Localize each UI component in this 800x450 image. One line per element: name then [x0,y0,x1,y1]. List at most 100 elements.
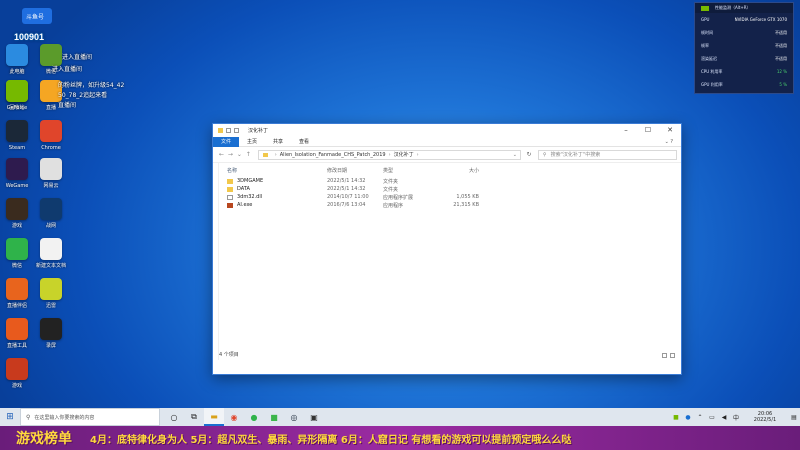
tab-file[interactable]: 文件 [213,136,240,147]
file-row[interactable]: 3dm32.dll 2014/10/7 11:00 应用程序扩展 1,055 KB [227,193,681,201]
app-icon [6,44,28,66]
desktop-icon[interactable]: 迅雷 [38,278,64,309]
gpu-row-name: GPU NVIDIA GeForce GTX 1070 [695,13,793,26]
ribbon-expand-icon[interactable]: ⌄ ? [665,139,681,145]
maximize-button[interactable]: ☐ [637,124,659,137]
banner-ticker: 4月：底特律化身为人 5月：超凡双生、暴雨、异形隔离 6月：人窟日记 有想看的游… [90,434,572,446]
wechat-icon[interactable]: ● [244,408,264,426]
tab-home[interactable]: 主页 [239,137,265,147]
taskbar-search-box[interactable]: ⚲ 在这里输入你要搜索的内容 [20,408,160,426]
app-icon [40,120,62,142]
search-box[interactable]: ⚲ 搜索"汉化补丁"中搜索 [537,149,677,160]
column-name[interactable]: 名称 [227,167,327,174]
nvidia-tray-icon[interactable]: ■ [670,414,682,421]
navigation-pane[interactable] [213,163,219,360]
taskbar-search-placeholder: 在这里输入你要搜索的内容 [34,414,95,421]
minimize-button[interactable]: – [615,124,637,137]
forward-arrow-icon[interactable]: → [226,151,235,158]
column-type[interactable]: 类型 [383,167,439,174]
desktop-icon[interactable]: 录屏 [38,318,64,349]
file-name: 3dm32.dll [227,194,327,200]
desktop-icon[interactable]: 网易云 [38,158,64,189]
desktop-icon-label: 游戏 [11,383,22,389]
desktop-icon[interactable]: GeForce [4,80,30,111]
new-folder-icon[interactable] [234,128,239,133]
title-bar[interactable]: 汉化补丁 – ☐ ✕ [213,124,681,137]
explorer-window[interactable]: 汉化补丁 – ☐ ✕ 文件 主页 共享 查看 ⌄ ? ← → ⌄ ↑ › Ali… [212,123,682,375]
desktop-icon[interactable]: 直播工具 [4,318,30,349]
green-app-icon[interactable]: ■ [264,408,284,426]
app-icon [40,318,62,340]
volume-icon[interactable]: ◀ [718,414,730,421]
address-dropdown-icon[interactable]: ⌄ [513,152,520,158]
clock-date: 2022/5/1 [753,417,777,423]
up-arrow-icon[interactable]: ↑ [244,151,253,158]
app-icon [40,158,62,180]
gpu-panel-header: 性能监测（Alt+R） [695,3,793,13]
file-name: 3DMGAME [227,178,327,184]
dll-icon [227,194,233,200]
desktop-icon[interactable]: Steam [4,120,30,151]
quick-access-icon[interactable] [226,128,231,133]
details-view-icon[interactable] [662,353,667,358]
show-hidden-icons-icon[interactable]: ⌃ [694,414,706,421]
gpu-stat-row: GPU 利用率 5 % [695,78,793,91]
close-button[interactable]: ✕ [659,124,681,137]
cortana-icon[interactable]: ○ [164,408,184,426]
desktop-icon[interactable]: 此电脑 [4,44,30,75]
network-icon[interactable]: ▭ [706,414,718,421]
file-name-text: 3dm32.dll [237,194,263,200]
overlay-line-5: 直播间 [58,102,77,109]
overlay-line-4: 50_78_2追起来看 [58,92,108,99]
file-type: 文件夹 [383,178,399,185]
desktop-icon[interactable]: 新建文本文档 [36,238,66,269]
file-list: 名称 修改日期 类型 大小 3DMGAME 2022/5/1 14:32 文件夹 DA… [227,163,681,209]
file-explorer-icon[interactable]: ▬ [204,408,224,426]
file-row[interactable]: AI.exe 2016/7/6 13:04 应用程序 21,315 KB [227,201,681,209]
desktop-icon[interactable]: 微信 [4,238,30,269]
gpu-stat-row: 帧时间 不适用 [695,26,793,39]
task-view-icon[interactable]: ⧉ [184,408,204,426]
app-icon [6,198,28,220]
app-icon [40,238,62,260]
desktop-icon[interactable]: 战网 [38,198,64,229]
steam-icon[interactable]: ◎ [284,408,304,426]
desktop-icon[interactable]: 直播伴侣 [4,278,30,309]
tab-share[interactable]: 共享 [265,137,291,147]
desktop-icon-label: 战网 [45,223,56,229]
back-arrow-icon[interactable]: ← [217,151,226,158]
gpu-stat-label: 渲染延迟 [701,55,717,61]
breadcrumb-segment[interactable]: 汉化补丁 [394,151,414,158]
chrome-icon[interactable]: ◉ [224,408,244,426]
large-icons-view-icon[interactable] [670,353,675,358]
column-headers: 名称 修改日期 类型 大小 [227,163,681,177]
taskbar-apps: ○ ⧉ ▬ ◉ ● ■ ◎ ▣ [164,408,324,426]
refresh-icon[interactable]: ↻ [524,151,534,158]
overlay-line-3: 的粉丝牌，如升级54_42 [58,82,125,89]
windows-start-icon[interactable]: ⊞ [0,412,20,422]
desktop-icon[interactable]: WeGame [4,158,30,189]
breadcrumb-segment[interactable]: Alien_Isolation_Fanmade_CHS_Patch_2019 [280,152,386,158]
overlay-line-1: 进入直播间 [62,54,93,61]
clock[interactable]: 20:06 2022/5/1 [742,411,788,423]
column-size[interactable]: 大小 [439,167,479,174]
recorder-icon[interactable]: ▣ [304,408,324,426]
file-row[interactable]: DATA 2022/5/1 14:32 文件夹 [227,185,681,193]
tab-view[interactable]: 查看 [291,137,317,147]
app-icon [6,80,28,102]
app-icon [6,278,28,300]
desktop-icon[interactable]: 游戏 [4,358,30,389]
gpu-stat-label: CPU 利用率 [701,68,723,74]
address-bar[interactable]: › Alien_Isolation_Fanmade_CHS_Patch_2019… [257,149,521,160]
column-date[interactable]: 修改日期 [327,167,383,174]
file-row[interactable]: 3DMGAME 2022/5/1 14:32 文件夹 [227,177,681,185]
notification-icon[interactable]: ▤ [788,414,800,421]
overlay-line-2: 进入直播间 [52,66,83,73]
desktop-icon[interactable]: Chrome [38,120,64,151]
file-date: 2016/7/6 13:04 [327,202,366,208]
window-controls: – ☐ ✕ [615,124,681,137]
app-tray-icon[interactable]: ● [682,414,694,421]
recent-dropdown-icon[interactable]: ⌄ [235,151,244,158]
desktop-icon[interactable]: 游戏 [4,198,30,229]
ime-icon[interactable]: 中 [730,413,742,422]
